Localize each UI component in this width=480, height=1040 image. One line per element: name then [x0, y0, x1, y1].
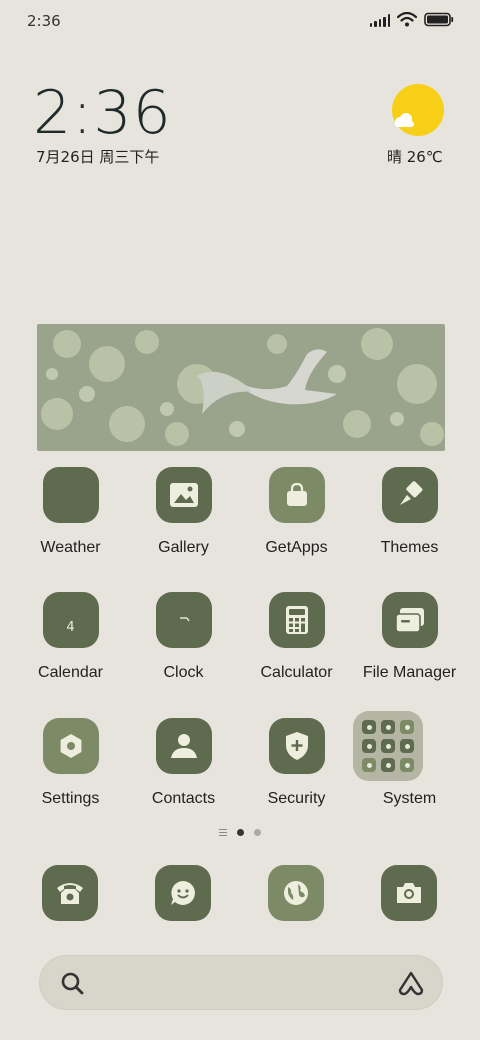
wifi-icon: [397, 12, 417, 27]
status-time: 2:36: [27, 12, 61, 30]
clock-date: 7月26日 周三下午: [36, 148, 160, 166]
calendar-day: 4: [66, 619, 75, 635]
status-bar: 2:36: [0, 0, 480, 42]
app-weather[interactable]: Weather: [14, 467, 127, 557]
folder-icon: [381, 592, 438, 648]
clock-icon: [155, 592, 212, 648]
app-label: Clock: [163, 664, 204, 681]
cloud-icon: [395, 113, 414, 127]
app-label: Calendar: [38, 664, 103, 681]
page-indicator[interactable]: [0, 829, 480, 836]
camera-icon[interactable]: [381, 865, 437, 921]
app-getapps[interactable]: GetApps: [240, 467, 353, 557]
app-label: Themes: [380, 539, 439, 556]
messages-icon[interactable]: [155, 865, 211, 921]
signal-icon: [369, 12, 390, 27]
app-clock[interactable]: Clock: [127, 592, 240, 682]
weather-icon: [42, 467, 99, 523]
app-calendar[interactable]: 4 Calendar: [14, 592, 127, 682]
app-label: Settings: [41, 790, 100, 807]
calendar-icon: 4: [42, 592, 99, 648]
app-label: System: [382, 790, 437, 807]
app-contacts[interactable]: Contacts: [127, 718, 240, 808]
app-label: File Manager: [362, 664, 457, 681]
page-indicator-menu-icon: [219, 829, 227, 836]
security-shield-icon: [268, 718, 325, 774]
app-security[interactable]: Security: [240, 718, 353, 808]
paintbrush-icon: [381, 467, 438, 523]
calculator-icon: [268, 592, 325, 648]
app-label: Calculator: [260, 664, 333, 681]
seagull-photo: [37, 324, 445, 451]
search-icon: [61, 972, 84, 995]
shopping-bag-icon: [268, 467, 325, 523]
battery-icon: [424, 12, 454, 27]
phone-icon[interactable]: [42, 865, 98, 921]
status-icons: [369, 12, 455, 27]
sun-icon: [392, 84, 444, 136]
app-label: Weather: [40, 539, 101, 556]
gallery-icon: [155, 467, 212, 523]
app-label: Security: [267, 790, 326, 807]
browser-icon[interactable]: [268, 865, 324, 921]
system-folder-icon: [353, 711, 423, 781]
photo-widget[interactable]: [37, 324, 445, 451]
app-label: Contacts: [151, 790, 216, 807]
search-bar[interactable]: [39, 955, 443, 1010]
assistant-icon[interactable]: [397, 970, 425, 996]
page-dot: [254, 829, 261, 836]
app-calculator[interactable]: Calculator: [240, 592, 353, 682]
app-label: Gallery: [158, 539, 209, 556]
app-file-manager[interactable]: File Manager: [353, 592, 466, 682]
app-label: GetApps: [265, 539, 328, 556]
app-gallery[interactable]: Gallery: [127, 467, 240, 557]
weather-text: 晴 26℃: [387, 148, 443, 166]
app-system[interactable]: System: [353, 711, 466, 808]
page-dot-active: [237, 829, 244, 836]
clock-time: 2:36: [33, 78, 172, 148]
app-themes[interactable]: Themes: [353, 467, 466, 557]
contacts-icon: [155, 718, 212, 774]
app-settings[interactable]: Settings: [14, 718, 127, 808]
settings-icon: [42, 718, 99, 774]
